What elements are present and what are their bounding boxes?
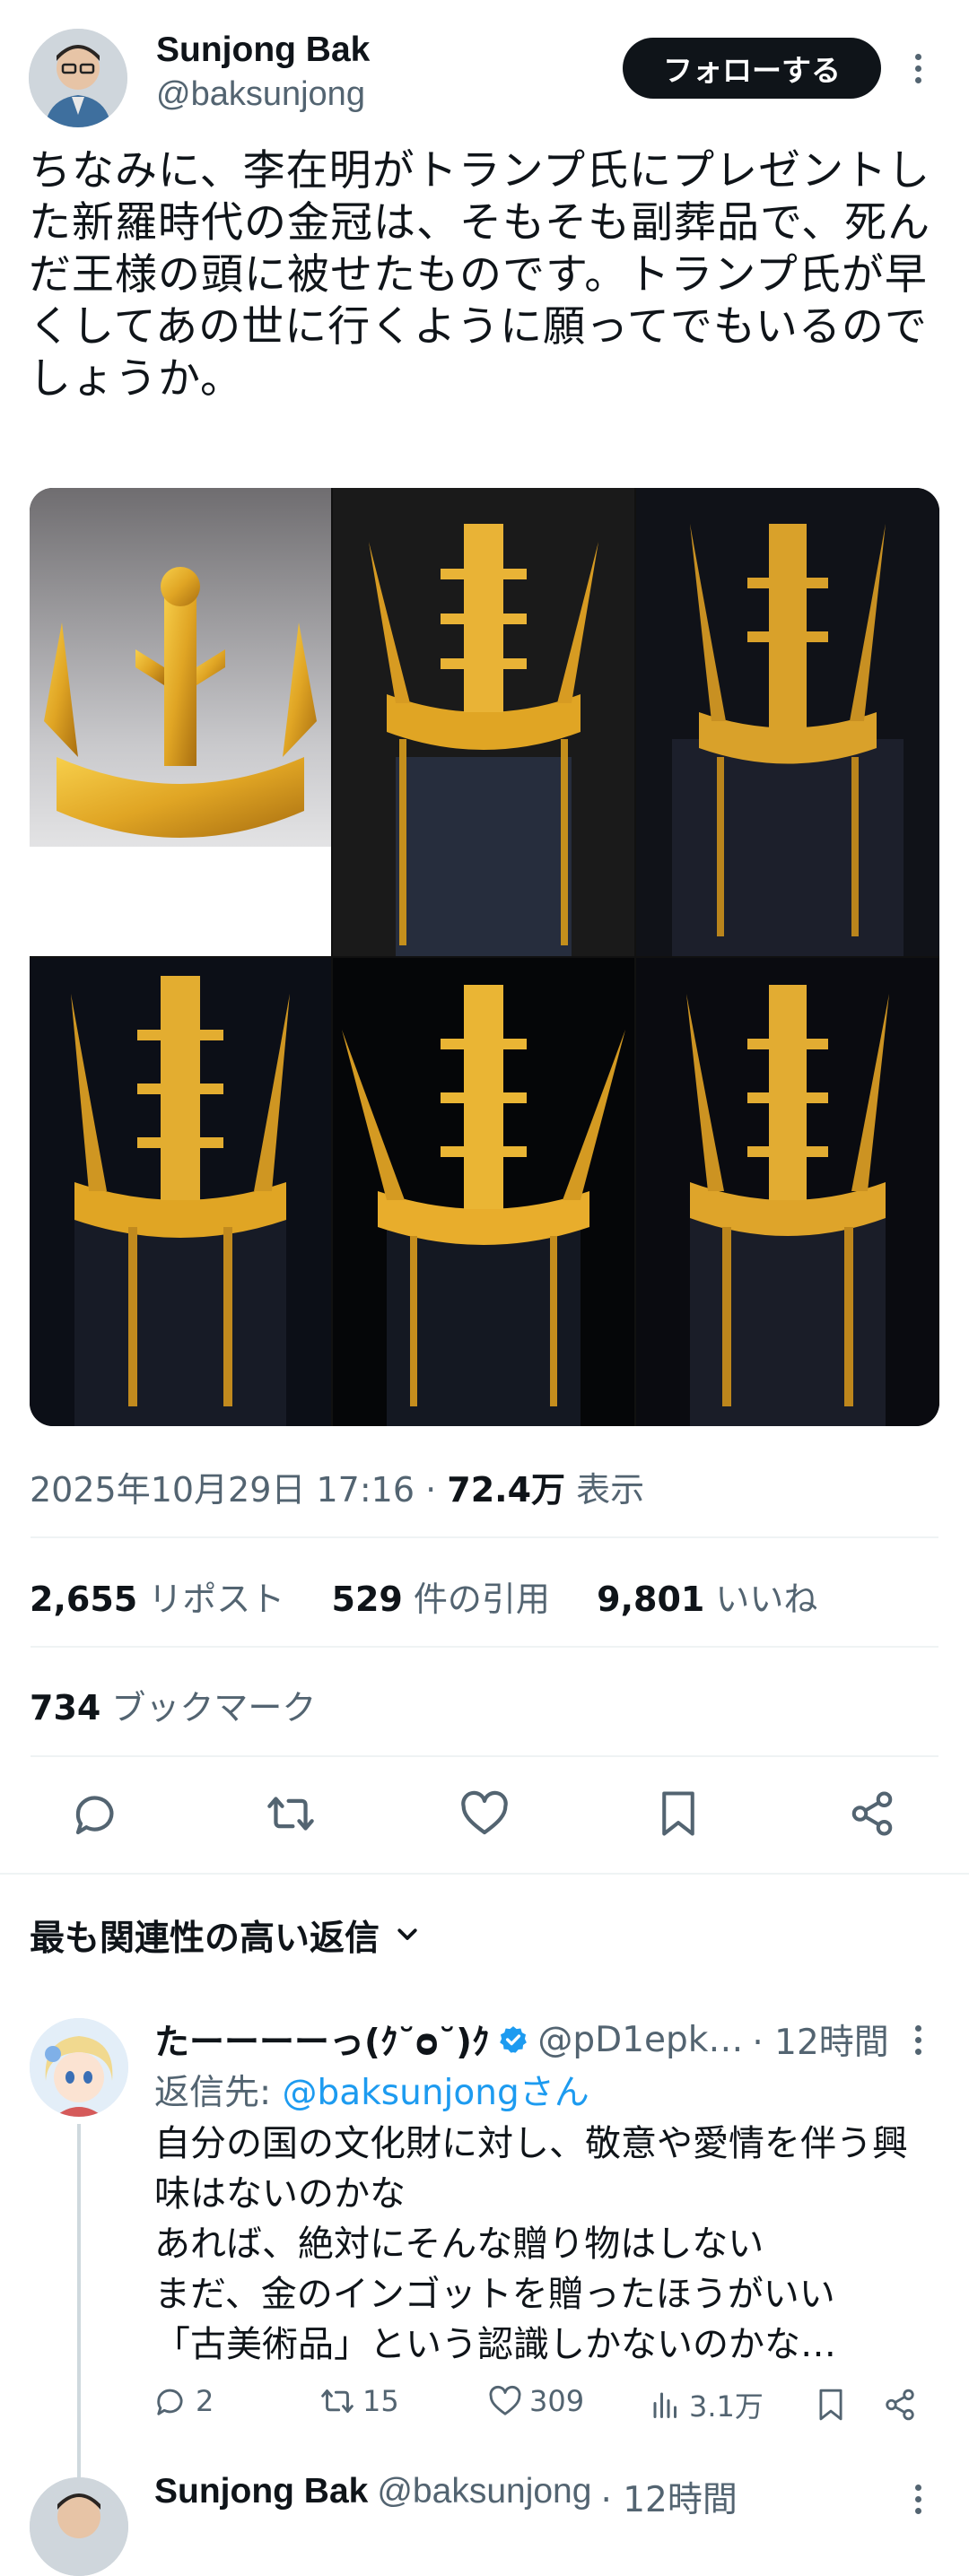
author-name[interactable]: Sunjong Bak — [156, 30, 370, 70]
meta-separator: · — [425, 1470, 448, 1510]
reply-to-line: 返信先: @baksunjongさん — [154, 2065, 589, 2115]
replies-sort-label: 最も関連性の高い返信 — [30, 1919, 380, 1959]
reply-bookmark-icon[interactable] — [816, 2388, 845, 2429]
reply-views-count: 3.1万 — [689, 2389, 764, 2424]
engagement-stats: 2,655 リポスト 529 件の引用 9,801 いいね — [30, 1571, 817, 1621]
reply-text-line: 自分の国の文化財に対し、敬意や愛情を伴う興味はないのかな — [154, 2123, 908, 2215]
post-timestamp[interactable]: 2025年10月29日 17:16 — [30, 1470, 415, 1510]
follow-button-label: フォローする — [663, 53, 841, 88]
reply-reposts-button[interactable]: 15 — [319, 2384, 399, 2418]
quotes-stat[interactable]: 529 件の引用 — [332, 1580, 550, 1619]
like-icon — [489, 2385, 521, 2415]
next-reply-more-options-icon[interactable] — [915, 2485, 922, 2514]
repost-icon — [321, 2389, 354, 2413]
next-reply-time[interactable]: · 12時間 — [600, 2472, 737, 2522]
reply-text-line: まだ、金のインゴットを贈ったほうがいい — [154, 2274, 835, 2315]
reply-replies-button[interactable]: 2 — [154, 2384, 214, 2418]
bookmarks-stat[interactable]: 734 ブックマーク — [30, 1680, 316, 1729]
reply-reposts-count: 15 — [362, 2384, 399, 2418]
reply-icon — [157, 2389, 183, 2415]
repost-icon[interactable] — [257, 1787, 325, 1841]
follow-button[interactable]: フォローする — [623, 38, 881, 99]
reply-share-icon[interactable] — [883, 2388, 917, 2429]
next-reply-avatar[interactable] — [30, 2477, 128, 2576]
more-options-icon[interactable] — [915, 54, 922, 83]
author-avatar[interactable] — [29, 29, 127, 127]
reply-icon[interactable] — [63, 1787, 131, 1841]
reposts-stat[interactable]: 2,655 リポスト — [30, 1580, 284, 1619]
reply-author-name[interactable]: たーーーーっ(ｸ˘ᴑ˘)ｸ — [154, 2015, 489, 2065]
divider — [31, 1536, 938, 1538]
post-text: ちなみに、李在明がトランプ氏にプレゼントした新羅時代の金冠は、そもそも副葬品で、… — [29, 146, 931, 404]
reply-likes-count: 309 — [529, 2384, 585, 2418]
reply-to-suffix[interactable]: さん — [519, 2073, 589, 2113]
crown-image-3[interactable] — [636, 488, 939, 956]
verified-badge-icon — [498, 2024, 528, 2055]
divider — [31, 1755, 938, 1757]
reply-actions: 2 15 309 3.1万 — [154, 2384, 926, 2432]
reply-to-handle[interactable]: @baksunjong — [283, 2073, 519, 2113]
divider — [31, 1646, 938, 1648]
chevron-down-icon — [394, 1916, 421, 1956]
crown-image-5[interactable] — [333, 958, 634, 1426]
section-divider — [0, 1873, 969, 1875]
replies-sort-dropdown[interactable]: 最も関連性の高い返信 — [30, 1910, 421, 1961]
views-icon — [653, 2392, 677, 2418]
reply-more-options-icon[interactable] — [915, 2025, 922, 2055]
crown-image-1[interactable] — [30, 488, 331, 956]
reply-thread-line — [77, 2124, 81, 2483]
author-handle[interactable]: @baksunjong — [156, 75, 365, 114]
reply-to-prefix: 返信先: — [154, 2073, 283, 2113]
reply-header: たーーーーっ(ｸ˘ᴑ˘)ｸ @pD1epk… · 12時間 — [154, 2015, 908, 2065]
reply-text-line: あれば、絶対にそんな贈り物はしない — [154, 2224, 764, 2265]
like-icon[interactable] — [450, 1787, 519, 1841]
views-label: 表示 — [576, 1470, 645, 1510]
reply-time[interactable]: · 12時間 — [752, 2015, 888, 2065]
reply-replies-count: 2 — [196, 2384, 214, 2418]
reply-text: 自分の国の文化財に対し、敬意や愛情を伴う興味はないのかな あれば、絶対にそんな贈… — [154, 2119, 935, 2370]
media-grid[interactable] — [30, 488, 939, 1426]
next-reply-author-handle[interactable]: @baksunjong — [377, 2472, 591, 2522]
views-count: 72.4万 — [447, 1470, 566, 1510]
reply-views-button[interactable]: 3.1万 — [650, 2384, 764, 2425]
share-icon[interactable] — [838, 1787, 906, 1841]
reply-likes-button[interactable]: 309 — [488, 2384, 584, 2418]
crown-image-6[interactable] — [636, 958, 939, 1426]
reply-author-handle[interactable]: @pD1epk… — [537, 2020, 743, 2060]
crown-image-4[interactable] — [30, 958, 331, 1426]
bookmark-icon[interactable] — [644, 1787, 712, 1841]
likes-stat[interactable]: 9,801 いいね — [597, 1580, 817, 1619]
reply-text-line: 「古美術品」という認識しかないのかな… — [154, 2324, 836, 2365]
post-meta: 2025年10月29日 17:16 · 72.4万 表示 — [30, 1462, 644, 1511]
next-reply-author-name[interactable]: Sunjong Bak — [154, 2472, 368, 2522]
reply-avatar[interactable] — [30, 2018, 128, 2117]
next-reply-header: Sunjong Bak @baksunjong · 12時間 — [154, 2472, 908, 2522]
crown-image-2[interactable] — [333, 488, 634, 956]
